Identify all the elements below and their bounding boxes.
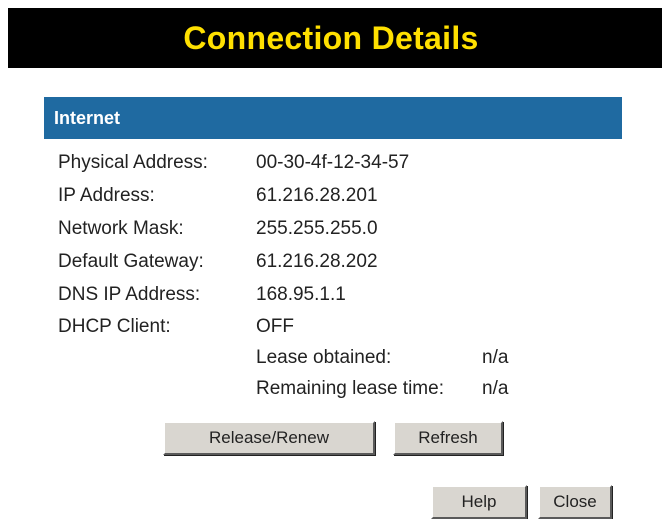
network-mask-value: 255.255.255.0 xyxy=(256,218,378,239)
help-button[interactable]: Help xyxy=(431,485,527,519)
lease-obtained-value: n/a xyxy=(482,347,509,368)
internet-section-header: Internet xyxy=(44,97,622,139)
page-title: Connection Details xyxy=(183,19,479,56)
lease-obtained-label: Lease obtained: xyxy=(256,347,392,368)
ip-address-value: 61.216.28.201 xyxy=(256,185,378,206)
physical-address-label: Physical Address: xyxy=(58,152,208,173)
section-title: Internet xyxy=(54,107,121,128)
refresh-button[interactable]: Refresh xyxy=(393,421,503,455)
default-gateway-value: 61.216.28.202 xyxy=(256,251,378,272)
dns-ip-address-value: 168.95.1.1 xyxy=(256,284,346,305)
remaining-lease-time-label: Remaining lease time: xyxy=(256,378,444,399)
dhcp-client-label: DHCP Client: xyxy=(58,316,171,337)
remaining-lease-time-value: n/a xyxy=(482,378,509,399)
default-gateway-label: Default Gateway: xyxy=(58,251,204,272)
network-mask-label: Network Mask: xyxy=(58,218,184,239)
physical-address-value: 00-30-4f-12-34-57 xyxy=(256,152,410,173)
title-bar: Connection Details xyxy=(8,8,662,68)
ip-address-label: IP Address: xyxy=(58,185,155,206)
close-button[interactable]: Close xyxy=(538,485,612,519)
dns-ip-address-label: DNS IP Address: xyxy=(58,284,201,305)
dhcp-client-value: OFF xyxy=(256,316,294,337)
release-renew-button[interactable]: Release/Renew xyxy=(163,421,375,455)
